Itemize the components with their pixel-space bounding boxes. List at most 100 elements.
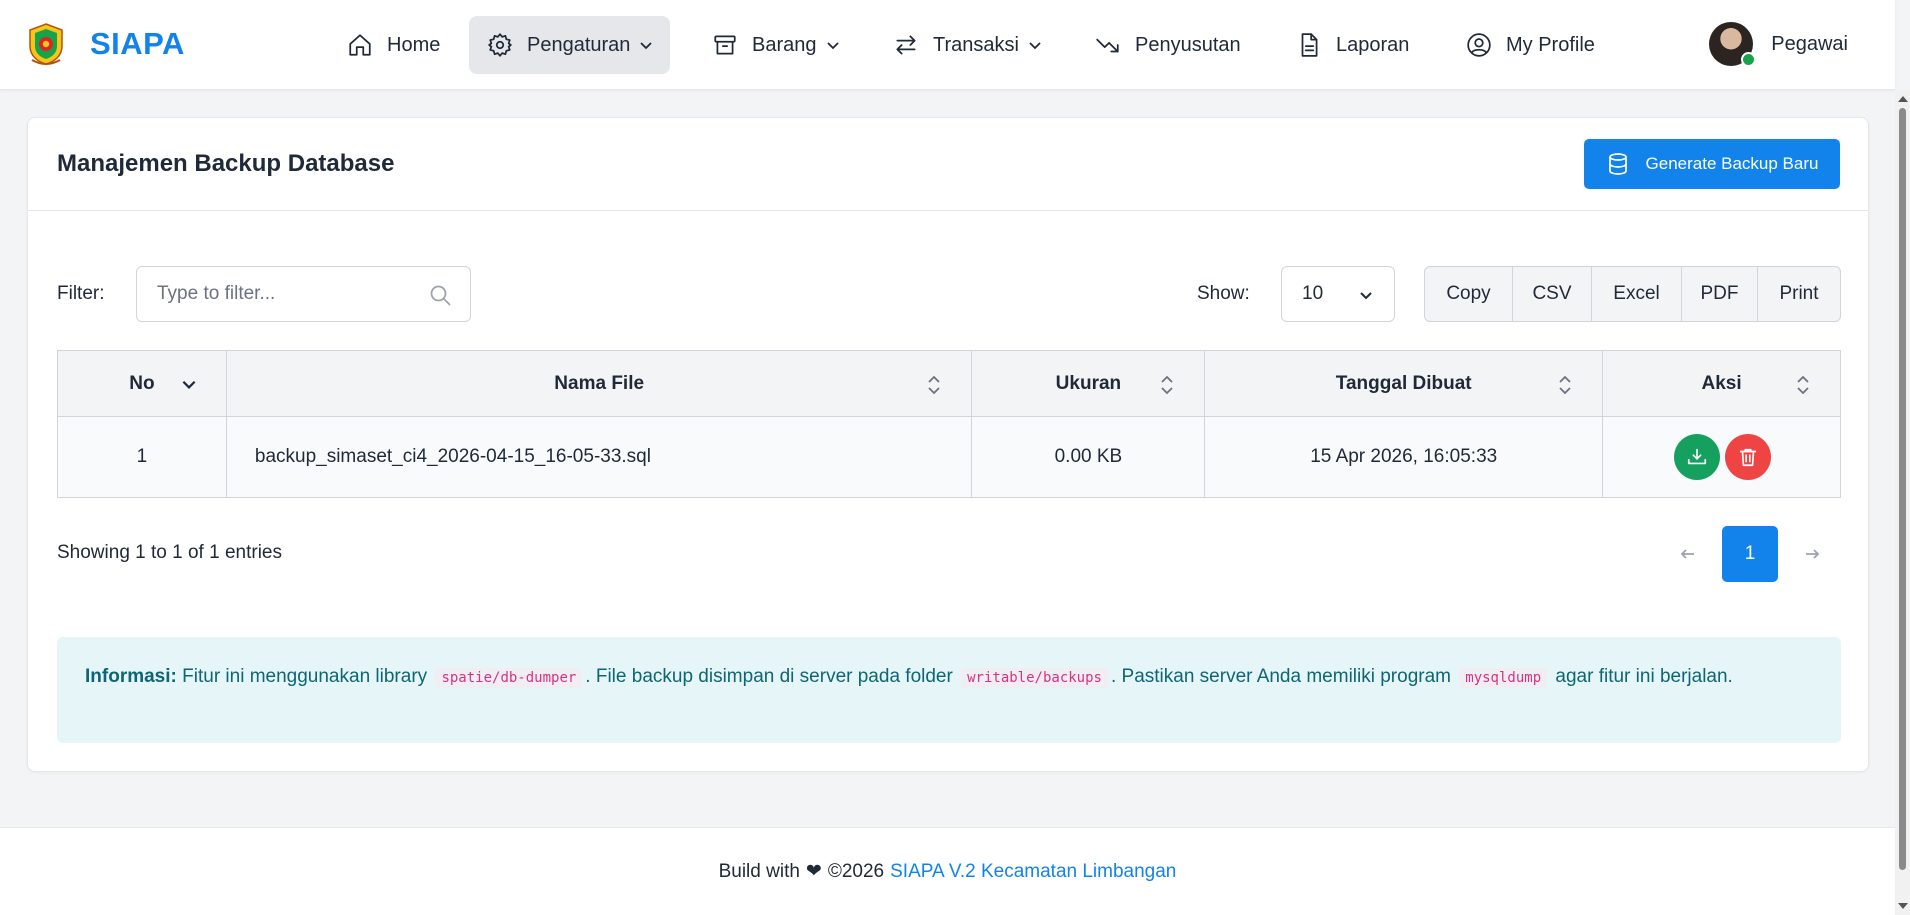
nav-item-penyusutan[interactable]: Penyusutan — [1077, 16, 1257, 74]
nav-item-my-profile[interactable]: My Profile — [1448, 16, 1611, 74]
nav-item-barang[interactable]: Barang — [694, 16, 857, 74]
logo-emblem-icon — [29, 23, 63, 65]
nav-item-label: Penyusutan — [1135, 33, 1241, 56]
search-icon — [430, 285, 451, 306]
chevron-down-icon — [1029, 42, 1041, 50]
alert-title: Informasi: — [85, 666, 177, 687]
sort-icon — [1161, 375, 1173, 395]
generate-backup-label: Generate Backup Baru — [1645, 154, 1819, 173]
nav-item-transaksi[interactable]: Transaksi — [875, 16, 1059, 74]
alert-text: Fitur ini menggunakan library — [182, 666, 428, 687]
nav-item-home[interactable]: Home — [329, 16, 456, 74]
user-menu[interactable]: Pegawai — [1709, 22, 1848, 67]
arrows-swap-icon — [896, 35, 916, 55]
chevron-down-icon — [640, 42, 653, 50]
footer-link[interactable]: SIAPA V.2 Kecamatan Limbangan — [890, 861, 1176, 883]
excel-button[interactable]: Excel — [1592, 267, 1682, 321]
pdf-button[interactable]: PDF — [1682, 267, 1758, 321]
trash-icon — [1739, 448, 1757, 467]
cell-actions — [1602, 416, 1841, 498]
column-header-ukuran[interactable]: Ukuran — [971, 350, 1206, 417]
database-icon — [1608, 153, 1627, 175]
cell-file-name: backup_simaset_ci4_2026-04-15_16-05-33.s… — [225, 416, 973, 498]
brand[interactable]: SIAPA — [26, 22, 185, 66]
table-header-row: No Nama File Ukuran Tanggal Dibuat Aksi — [57, 350, 1841, 417]
column-header-aksi[interactable]: Aksi — [1602, 350, 1841, 417]
column-header-label: Tanggal Dibuat — [1335, 372, 1472, 394]
column-header-tanggal-dibuat[interactable]: Tanggal Dibuat — [1204, 350, 1604, 417]
page-length-value: 10 — [1302, 283, 1324, 304]
copy-button[interactable]: Copy — [1425, 267, 1513, 321]
nav-item-label: Laporan — [1336, 33, 1410, 56]
download-icon — [1687, 448, 1707, 465]
nav-item-label: Home — [387, 33, 441, 56]
footer-year: ©2026 — [827, 860, 885, 882]
footer: Build with ❤ ©2026 SIAPA V.2 Kecamatan L… — [0, 827, 1895, 915]
export-button-group: Copy CSV Excel PDF Print — [1424, 266, 1841, 322]
gear-icon — [488, 33, 512, 57]
page-length-select[interactable]: 10 — [1281, 266, 1395, 322]
next-page-button[interactable] — [1784, 526, 1840, 582]
cell-no: 1 — [57, 416, 227, 498]
chevron-down-icon — [826, 42, 839, 50]
navbar: SIAPA Home Pengaturan Barang Transaksi P… — [0, 0, 1895, 90]
filter-input[interactable] — [137, 267, 470, 321]
row-actions — [1605, 434, 1840, 480]
table-row: 1 backup_simaset_ci4_2026-04-15_16-05-33… — [57, 416, 1841, 498]
scroll-down-arrow-icon[interactable] — [1898, 903, 1908, 909]
page-title: Manajemen Backup Database — [57, 150, 395, 177]
card-header: Manajemen Backup Database Generate Backu… — [28, 118, 1868, 211]
alert-text: . Pastikan server Anda memiliki program — [1110, 666, 1451, 687]
scroll-thumb[interactable] — [1899, 108, 1906, 870]
page-button-current[interactable]: 1 — [1722, 526, 1778, 582]
sort-icon — [1559, 375, 1571, 395]
sort-icon — [928, 375, 941, 395]
brand-name: SIAPA — [90, 26, 185, 61]
cell-date: 15 Apr 2026, 16:05:33 — [1204, 416, 1604, 498]
filter-label: Filter: — [57, 283, 105, 304]
user-circle-icon — [1467, 33, 1491, 57]
document-icon — [1301, 33, 1318, 57]
arrow-right-icon — [1806, 549, 1820, 559]
user-name: Pegawai — [1771, 32, 1848, 55]
filter-box — [136, 266, 471, 322]
alert-code-program: mysqldump — [1459, 668, 1548, 688]
nav-item-label: Transaksi — [933, 33, 1019, 56]
alert-text: agar fitur ini berjalan. — [1555, 666, 1733, 687]
backup-card: Manajemen Backup Database Generate Backu… — [27, 117, 1869, 772]
alert-text: . File backup disimpan di server pada fo… — [585, 666, 953, 687]
column-header-no[interactable]: No — [57, 350, 227, 417]
csv-button[interactable]: CSV — [1513, 267, 1592, 321]
column-header-nama-file[interactable]: Nama File — [225, 350, 973, 417]
nav-item-laporan[interactable]: Laporan — [1278, 16, 1425, 74]
column-header-label: Ukuran — [1055, 372, 1122, 394]
chevron-down-icon — [1360, 292, 1372, 300]
nav-item-pengaturan[interactable]: Pengaturan — [469, 16, 671, 74]
alert-code-library: spatie/db-dumper — [435, 668, 583, 688]
cell-size: 0.00 KB — [971, 416, 1206, 498]
pagination: 1 — [1660, 526, 1840, 582]
footer-text: Build with — [718, 860, 800, 882]
alert-code-folder: writable/backups — [961, 668, 1108, 688]
sort-desc-icon — [182, 380, 196, 389]
archive-icon — [714, 35, 736, 55]
scroll-up-arrow-icon[interactable] — [1898, 96, 1908, 102]
nav-item-label: Pengaturan — [527, 33, 631, 56]
print-button[interactable]: Print — [1758, 267, 1840, 321]
nav-item-label: My Profile — [1506, 33, 1595, 56]
column-header-label: Nama File — [554, 372, 645, 394]
download-button[interactable] — [1674, 434, 1721, 480]
home-icon — [349, 34, 371, 56]
heart-icon: ❤ — [805, 861, 822, 882]
page-scrollbar[interactable] — [1895, 90, 1910, 915]
previous-page-button[interactable] — [1660, 526, 1716, 582]
backup-table: No Nama File Ukuran Tanggal Dibuat Aksi — [57, 350, 1841, 498]
column-header-label: No — [129, 372, 155, 394]
sort-icon — [1797, 375, 1809, 395]
nav-item-label: Barang — [752, 33, 817, 56]
generate-backup-button[interactable]: Generate Backup Baru — [1584, 139, 1840, 189]
column-header-label: Aksi — [1701, 372, 1742, 394]
arrow-left-icon — [1680, 549, 1694, 559]
info-alert: Informasi: Fitur ini menggunakan library… — [57, 637, 1841, 743]
delete-button[interactable] — [1725, 434, 1772, 480]
